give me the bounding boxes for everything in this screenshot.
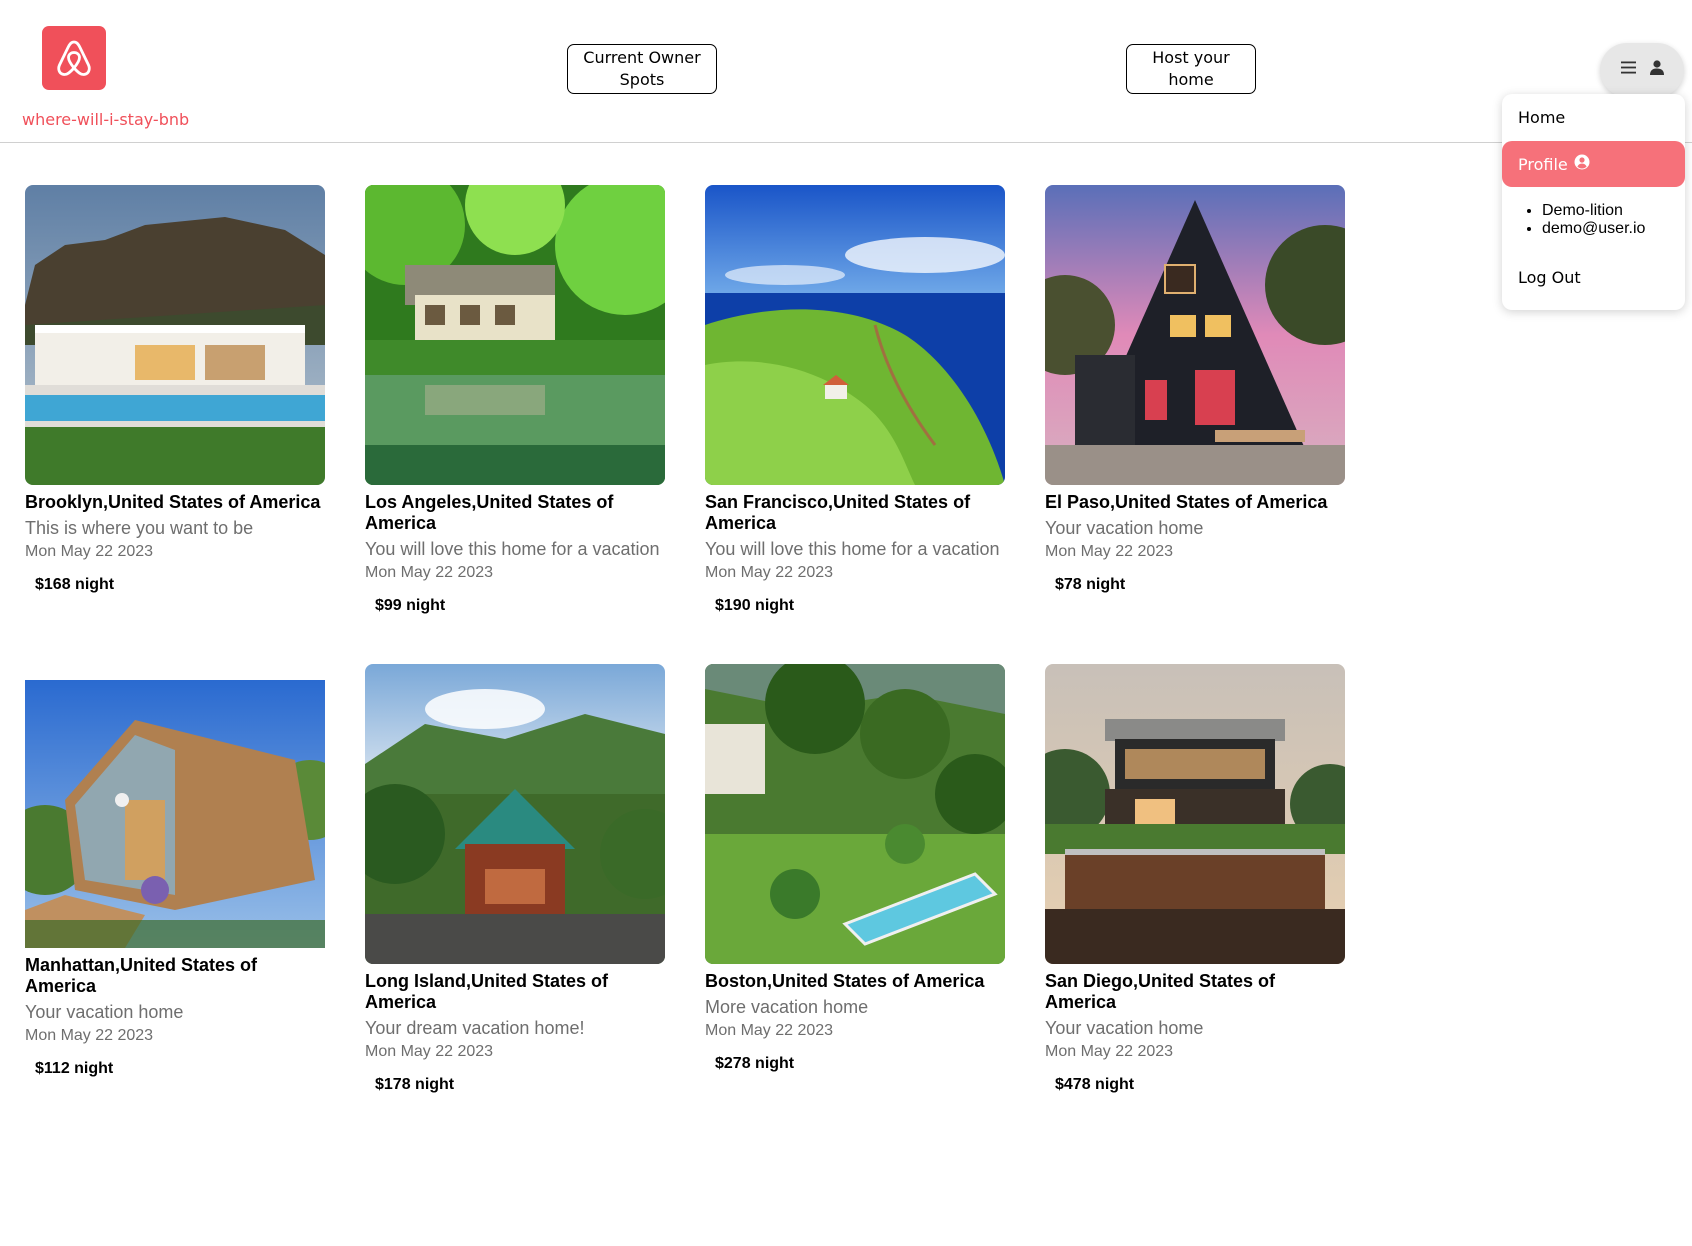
spot-city[interactable]: San Diego,United States of America xyxy=(1045,971,1345,1013)
dropdown-profile-label: Profile xyxy=(1518,154,1568,174)
spot-date: Mon May 22 2023 xyxy=(1045,1043,1174,1060)
spot-card[interactable]: Long Island,United States of America You… xyxy=(365,664,665,1094)
profile-dropdown-menu: Home Profile Demo-lition demo@user.io Lo… xyxy=(1502,94,1685,310)
email-text: demo@user.io xyxy=(1542,220,1645,238)
spot-price: $168 night xyxy=(35,576,115,593)
profile-menu-toggle[interactable] xyxy=(1600,43,1684,97)
spot-card[interactable]: El Paso,United States of America Your va… xyxy=(1045,185,1345,594)
user-info-list: Demo-lition demo@user.io xyxy=(1542,202,1645,238)
spot-description: You will love this home for a vacation xyxy=(365,539,660,559)
spot-photo-glass-pod[interactable] xyxy=(25,680,325,948)
spot-card[interactable]: Manhattan,United States of America Your … xyxy=(25,680,325,1078)
user-icon xyxy=(1649,60,1664,80)
spot-date: Mon May 22 2023 xyxy=(705,1022,834,1039)
spot-city[interactable]: Los Angeles,United States of America xyxy=(365,492,665,534)
spot-photo-garden-villa[interactable] xyxy=(705,664,1005,964)
dropdown-home-link[interactable]: Home xyxy=(1518,108,1565,127)
spot-photo-log-cabin[interactable] xyxy=(365,664,665,964)
site-name-link[interactable]: where-will-i-stay-bnb xyxy=(22,110,189,129)
top-header: where-will-i-stay-bnb Current Owner Spot… xyxy=(0,0,1692,143)
spot-price: $78 night xyxy=(1055,576,1126,593)
spot-photo-modern-deck-house[interactable] xyxy=(1045,664,1345,964)
spot-date: Mon May 22 2023 xyxy=(25,543,154,560)
spot-description: Your dream vacation home! xyxy=(365,1018,585,1038)
user-circle-icon xyxy=(1574,154,1590,174)
spot-city[interactable]: Manhattan,United States of America xyxy=(25,955,325,997)
spot-description: Your vacation home xyxy=(1045,518,1204,538)
logout-button[interactable]: Log Out xyxy=(1518,268,1581,287)
spot-price: $99 night xyxy=(375,597,446,614)
spot-description: Your vacation home xyxy=(1045,1018,1204,1038)
spot-date: Mon May 22 2023 xyxy=(365,564,494,581)
dropdown-profile-link[interactable]: Profile xyxy=(1502,141,1685,187)
hamburger-icon xyxy=(1620,61,1636,79)
spot-description: More vacation home xyxy=(705,997,869,1017)
spot-city[interactable]: San Francisco,United States of America xyxy=(705,492,1005,534)
spot-card[interactable]: San Diego,United States of America Your … xyxy=(1045,664,1345,1094)
spot-photo-cliff-ocean[interactable] xyxy=(705,185,1005,485)
spot-price: $478 night xyxy=(1055,1076,1135,1093)
spot-price: $190 night xyxy=(715,597,795,614)
spot-card[interactable]: Los Angeles,United States of America You… xyxy=(365,185,665,615)
spot-card[interactable]: Boston,United States of America More vac… xyxy=(705,664,1005,1073)
spot-date: Mon May 22 2023 xyxy=(705,564,834,581)
spot-photo-pond-house[interactable] xyxy=(365,185,665,485)
spot-price: $112 night xyxy=(35,1060,114,1077)
spot-city[interactable]: Long Island,United States of America xyxy=(365,971,665,1013)
spot-card[interactable]: San Francisco,United States of America Y… xyxy=(705,185,1005,615)
spot-city[interactable]: Brooklyn,United States of America xyxy=(25,492,325,513)
spot-photo-modern-villa[interactable] xyxy=(25,185,325,485)
spot-city[interactable]: Boston,United States of America xyxy=(705,971,1005,992)
spot-description: This is where you want to be xyxy=(25,518,254,538)
spot-description: You will love this home for a vacation xyxy=(705,539,1000,559)
spot-date: Mon May 22 2023 xyxy=(1045,543,1174,560)
spot-description: Your vacation home xyxy=(25,1002,184,1022)
spot-price: $178 night xyxy=(375,1076,455,1093)
spot-date: Mon May 22 2023 xyxy=(365,1043,494,1060)
spot-date: Mon May 22 2023 xyxy=(25,1027,154,1044)
current-owner-spots-button[interactable]: Current Owner Spots xyxy=(567,44,717,94)
spot-photo-a-frame[interactable] xyxy=(1045,185,1345,485)
spot-city[interactable]: El Paso,United States of America xyxy=(1045,492,1345,513)
spot-price: $278 night xyxy=(715,1055,795,1072)
airbnb-logo-icon[interactable] xyxy=(42,26,106,90)
username-text: Demo-lition xyxy=(1542,202,1645,220)
host-your-home-button[interactable]: Host your home xyxy=(1126,44,1256,94)
spot-card[interactable]: Brooklyn,United States of America This i… xyxy=(25,185,325,594)
